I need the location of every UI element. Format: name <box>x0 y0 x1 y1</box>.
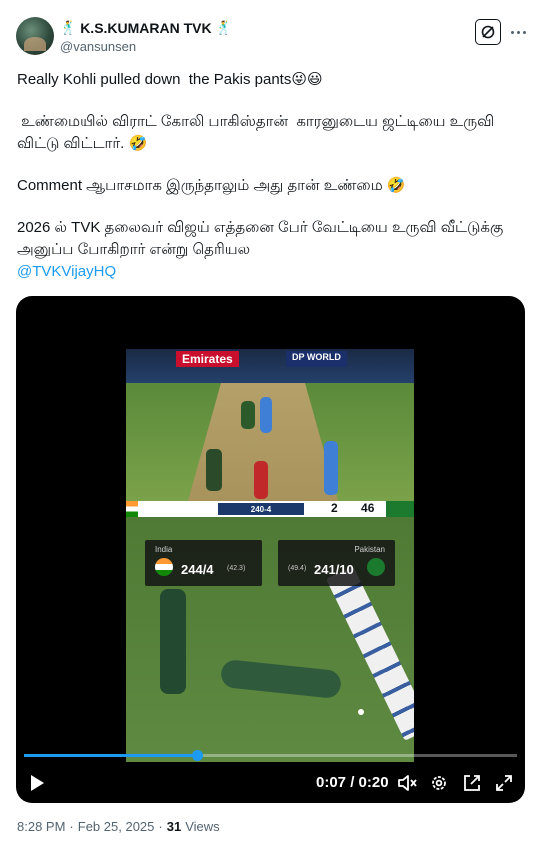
player <box>260 397 272 433</box>
settings-button[interactable] <box>428 772 450 794</box>
tweet-date[interactable]: Feb 25, 2025 <box>78 819 155 834</box>
settings-icon <box>432 776 446 790</box>
player <box>324 441 338 495</box>
india-flag <box>126 501 138 517</box>
tweet-line: 2026 ல் TVK தலைவர் விஜய் எத்தனை பேர் வேட… <box>17 219 508 258</box>
player <box>254 461 268 499</box>
player <box>241 401 255 429</box>
play-icon <box>31 775 44 791</box>
ad-board: Emirates <box>176 351 239 367</box>
meta-separator: · <box>158 819 163 834</box>
views-count: 31 <box>166 819 182 834</box>
scorecard-india: India 244/4 (42.3) <box>145 540 262 586</box>
score-strip: 240-4 2 46 <box>126 501 414 517</box>
pakistan-flag-icon <box>367 558 385 576</box>
india-flag-icon <box>155 558 173 576</box>
team-score: 244/4 <box>181 562 214 577</box>
mention-link[interactable]: @TVKVijayHQ <box>17 261 527 283</box>
tweet-line: உண்மையில் விராட் கோலி பாகிஸ்தான் காரனுடை… <box>17 113 499 152</box>
team-score: 241/10 <box>314 562 354 577</box>
grok-icon <box>481 25 495 39</box>
fullscreen-icon <box>496 775 512 791</box>
progress-knob[interactable] <box>191 750 203 761</box>
pip-button[interactable] <box>461 772 483 794</box>
volume-button[interactable] <box>396 772 418 794</box>
player <box>206 449 222 491</box>
strip-score: 2 46 <box>331 501 375 515</box>
scorecard-pakistan: Pakistan (49.4) 241/10 <box>278 540 395 586</box>
tweet-line: Really Kohli pulled down the Pakis pants… <box>17 71 323 88</box>
display-name[interactable]: K.S.KUMARAN TVK <box>80 20 211 36</box>
video-controls: 0:07 / 0:20 <box>16 768 525 796</box>
video-time: 0:07 / 0:20 <box>316 774 389 791</box>
more-button[interactable] <box>508 22 528 42</box>
tweet-line: Comment ஆபாசமாக இருந்தாலும் அது தான் உண்… <box>17 177 406 194</box>
avatar[interactable] <box>16 17 54 55</box>
play-button[interactable] <box>26 772 48 794</box>
author-name-row[interactable]: 🕺 K.S.KUMARAN TVK 🕺 <box>60 20 232 36</box>
stadium-stands <box>126 349 414 383</box>
fullscreen-button[interactable] <box>493 772 515 794</box>
ad-board: DP WORLD <box>286 351 347 367</box>
views-label: Views <box>185 819 220 834</box>
progress-fill <box>24 754 197 757</box>
pakistan-flag <box>386 501 414 517</box>
team-name: India <box>155 545 173 554</box>
tweet-meta: 8:28 PM · Feb 25, 2025 · 31 Views <box>17 819 220 834</box>
meta-separator: · <box>69 819 74 834</box>
team-overs: (42.3) <box>227 565 246 572</box>
dancer-emoji-icon: 🕺 <box>215 20 232 35</box>
video-frame[interactable]: Emirates DP WORLD 240-4 2 46 India 244/4… <box>126 349 414 762</box>
ball <box>358 709 364 715</box>
tweet-text: Really Kohli pulled down the Pakis pants… <box>17 69 527 283</box>
grok-button[interactable] <box>475 19 501 45</box>
author-handle[interactable]: @vansunsen <box>60 39 136 54</box>
strip-score-center: 240-4 <box>218 503 304 515</box>
team-name: Pakistan <box>354 545 385 554</box>
more-icon <box>510 30 514 34</box>
fielder <box>160 589 186 694</box>
tweet-time[interactable]: 8:28 PM <box>17 819 65 834</box>
pip-icon <box>464 775 480 791</box>
progress-bar[interactable] <box>24 750 517 761</box>
team-overs: (49.4) <box>288 565 307 572</box>
dancer-emoji-icon: 🕺 <box>60 20 77 35</box>
volume-icon <box>398 775 417 791</box>
video-player[interactable]: Emirates DP WORLD 240-4 2 46 India 244/4… <box>16 296 525 803</box>
